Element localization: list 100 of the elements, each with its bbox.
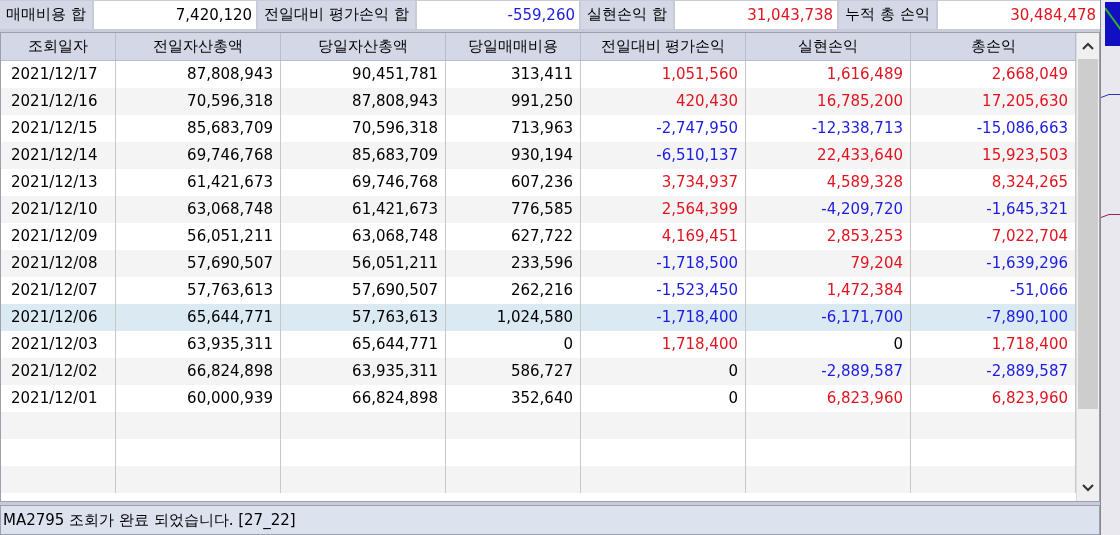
table-cell: 63,068,748 — [116, 195, 281, 223]
table-cell: -1,718,400 — [581, 303, 746, 331]
scroll-up-icon[interactable] — [1082, 41, 1094, 50]
table-cell: 70,596,318 — [116, 87, 281, 115]
column-header[interactable]: 조회일자 — [1, 32, 116, 60]
summary-label: 실현손익 합 — [581, 1, 673, 29]
table-cell: 87,808,943 — [116, 60, 281, 88]
column-header[interactable]: 당일매매비용 — [446, 32, 581, 60]
table-cell: 1,616,489 — [746, 60, 911, 88]
table-cell: 2021/12/15 — [1, 114, 116, 142]
table-cell: 776,585 — [446, 195, 581, 223]
table-cell: 22,433,640 — [746, 141, 911, 169]
table-cell: 1,051,560 — [581, 60, 746, 88]
table-row[interactable]: 2021/12/02 66,824,898 63,935,311 586,727 0 -2,889,587 -2,889,587 — [1, 357, 1076, 385]
table-row[interactable]: 2021/12/14 69,746,768 85,683,709 930,194 -6,510,137 22,433,640 15,923,503 — [1, 141, 1076, 169]
table-cell: 2021/12/01 — [1, 384, 116, 412]
column-header[interactable]: 실현손익 — [746, 32, 911, 60]
table-cell: 63,935,311 — [116, 330, 281, 358]
table-cell: 352,640 — [446, 384, 581, 412]
table-cell: 65,644,771 — [281, 330, 446, 358]
column-header[interactable]: 전일자산총액 — [116, 32, 281, 60]
table-cell: 2021/12/09 — [1, 222, 116, 250]
table-cell: 79,204 — [746, 249, 911, 277]
summary-label: 누적 총 손익 — [839, 1, 936, 29]
table-cell: 63,935,311 — [281, 357, 446, 385]
table-cell: 4,169,451 — [581, 222, 746, 250]
table-cell: 2021/12/10 — [1, 195, 116, 223]
table-cell: 87,808,943 — [281, 87, 446, 115]
table-cell: -12,338,713 — [746, 114, 911, 142]
table-cell: -6,510,137 — [581, 141, 746, 169]
table-cell: 61,421,673 — [116, 168, 281, 196]
column-header[interactable]: 당일자산총액 — [281, 32, 446, 60]
table-cell: 0 — [746, 330, 911, 358]
table-cell: 2,853,253 — [746, 222, 911, 250]
table-cell: 2021/12/06 — [1, 303, 116, 331]
table-cell: -2,747,950 — [581, 114, 746, 142]
table-cell: 56,051,211 — [116, 222, 281, 250]
table-cell: 90,451,781 — [281, 60, 446, 88]
scroll-down-icon[interactable] — [1082, 484, 1094, 493]
summary-value: 31,043,738 — [674, 1, 838, 29]
summary-value: -559,260 — [416, 1, 579, 29]
table-row[interactable]: 2021/12/08 57,690,507 56,051,211 233,596 -1,718,500 79,204 -1,639,296 — [1, 249, 1076, 277]
chart-block-drawing — [1105, 2, 1120, 46]
table-cell: 0 — [446, 330, 581, 358]
table-cell: 2021/12/16 — [1, 87, 116, 115]
table-cell: 713,963 — [446, 114, 581, 142]
table-cell: 607,236 — [446, 168, 581, 196]
table-cell: 60,000,939 — [116, 384, 281, 412]
table-cell: -1,718,500 — [581, 249, 746, 277]
table-cell: 2021/12/03 — [1, 330, 116, 358]
table-cell: 1,024,580 — [446, 303, 581, 331]
table-row[interactable]: 2021/12/10 63,068,748 61,421,673 776,585 2,564,399 -4,209,720 -1,645,321 — [1, 195, 1076, 223]
table-cell: 991,250 — [446, 87, 581, 115]
table-cell: 2021/12/07 — [1, 276, 116, 304]
table-cell: 85,683,709 — [116, 114, 281, 142]
status-message: MA2795 조회가 완료 되었습니다. [27_22] — [0, 505, 1100, 535]
table-cell: 4,589,328 — [746, 168, 911, 196]
table-cell: 0 — [581, 384, 746, 412]
table-cell: 233,596 — [446, 249, 581, 277]
table-cell: 2021/12/17 — [1, 60, 116, 88]
table-cell: 66,824,898 — [116, 357, 281, 385]
table-cell: 2021/12/02 — [1, 357, 116, 385]
chart-line-drawing — [1101, 214, 1120, 218]
table-cell: 56,051,211 — [281, 249, 446, 277]
table-cell: 586,727 — [446, 357, 581, 385]
table-cell: -6,171,700 — [746, 303, 911, 331]
table-cell: 85,683,709 — [281, 141, 446, 169]
table-row[interactable]: 2021/12/06 65,644,771 57,763,613 1,024,580 -1,718,400 -6,171,700 -7,890,100 — [1, 303, 1076, 331]
table-cell: 262,216 — [446, 276, 581, 304]
table-cell: 16,785,200 — [746, 87, 911, 115]
chart-line-drawing — [1101, 94, 1120, 98]
table-cell: 65,644,771 — [116, 303, 281, 331]
table-cell: 69,746,768 — [281, 168, 446, 196]
table-cell: 57,763,613 — [281, 303, 446, 331]
table-cell: 6,823,960 — [746, 384, 911, 412]
summary-label: 전일대비 평가손익 합 — [258, 1, 415, 29]
table-cell: 66,824,898 — [281, 384, 446, 412]
table-cell: 2021/12/14 — [1, 141, 116, 169]
table-cell: 313,411 — [446, 60, 581, 88]
table-cell: 70,596,318 — [281, 114, 446, 142]
table-cell: -2,889,587 — [746, 357, 911, 385]
table-cell: 57,763,613 — [116, 276, 281, 304]
table-row[interactable]: 2021/12/16 70,596,318 87,808,943 991,250 420,430 16,785,200 17,205,630 — [1, 87, 1076, 115]
summary-value: 7,420,120 — [93, 1, 257, 29]
table-cell: 69,746,768 — [116, 141, 281, 169]
table-cell: 2021/12/13 — [1, 168, 116, 196]
table-cell: 1,718,400 — [581, 330, 746, 358]
table-cell: 930,194 — [446, 141, 581, 169]
scroll-thumb[interactable] — [1078, 58, 1098, 409]
table-cell: -1,523,450 — [581, 276, 746, 304]
table-cell: 420,430 — [581, 87, 746, 115]
column-header[interactable]: 전일대비 평가손익 — [581, 32, 746, 60]
table-cell: 627,722 — [446, 222, 581, 250]
table-cell: 2021/12/08 — [1, 249, 116, 277]
table-cell: 1,472,384 — [746, 276, 911, 304]
table-cell: 63,068,748 — [281, 222, 446, 250]
scrollbar[interactable] — [1076, 32, 1099, 502]
table-cell: 57,690,507 — [281, 276, 446, 304]
table-cell: 3,734,937 — [581, 168, 746, 196]
summary-label: 매매비용 합 — [0, 1, 92, 29]
